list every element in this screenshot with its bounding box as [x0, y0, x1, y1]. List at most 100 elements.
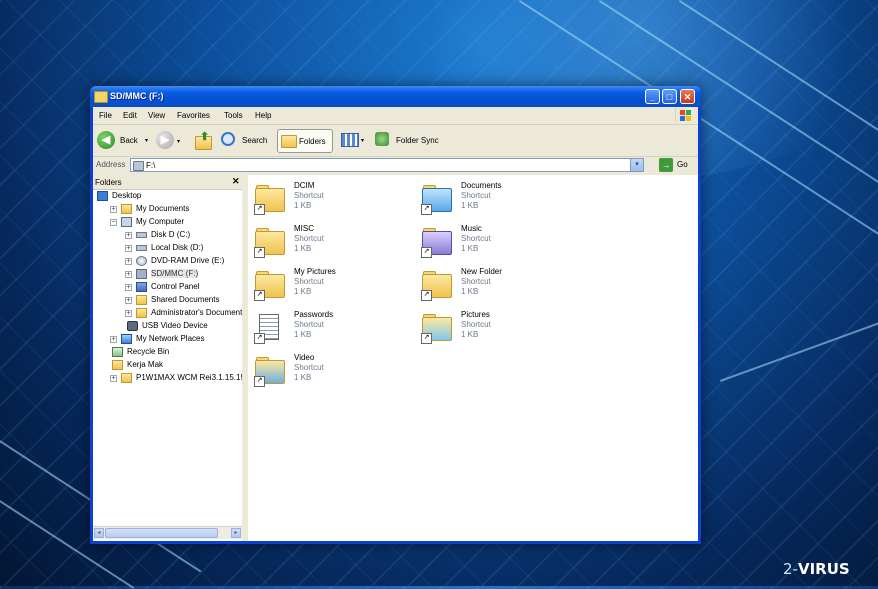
- expand-icon[interactable]: +: [125, 297, 132, 304]
- up-folder-button[interactable]: ⬆: [193, 130, 213, 150]
- expand-icon[interactable]: +: [110, 336, 117, 343]
- forward-button[interactable]: ▶: [156, 131, 174, 149]
- folder-icon: [121, 204, 132, 214]
- menu-help[interactable]: Help: [255, 111, 271, 120]
- window-client: File Edit View Favorites Tools Help ◀ Ba…: [93, 107, 698, 541]
- tree-item[interactable]: + My Documents: [93, 203, 242, 216]
- search-button[interactable]: Search: [221, 130, 271, 150]
- tree-item[interactable]: + Control Panel: [93, 281, 242, 294]
- go-arrow-icon[interactable]: →: [659, 158, 673, 172]
- tree-item-label: SD/MMC (F:): [151, 269, 199, 278]
- scroll-left-button[interactable]: ◂: [94, 528, 104, 538]
- maximize-button[interactable]: □: [662, 89, 677, 104]
- folder-icon: [121, 373, 132, 383]
- expand-icon[interactable]: +: [110, 206, 117, 213]
- tree-item-label: Shared Documents: [151, 295, 220, 304]
- tree-item[interactable]: + Local Disk (D:): [93, 242, 242, 255]
- folder-sync-button[interactable]: Folder Sync: [375, 130, 443, 150]
- file-size: 1 KB: [294, 330, 312, 339]
- horizontal-scrollbar[interactable]: ◂ ▸: [93, 526, 242, 539]
- menu-edit[interactable]: Edit: [123, 111, 137, 120]
- tree-item-label: My Network Places: [136, 334, 205, 343]
- expand-icon[interactable]: +: [125, 310, 132, 317]
- shortcut-arrow-icon: ↗: [421, 290, 432, 301]
- close-button[interactable]: ✕: [680, 89, 695, 104]
- tree-item[interactable]: Desktop: [93, 190, 242, 203]
- file-item[interactable]: ↗ Documents Shortcut 1 KB: [421, 181, 581, 221]
- tree-item-label: USB Video Device: [142, 321, 208, 330]
- tree-item[interactable]: − My Computer: [93, 216, 242, 229]
- file-item[interactable]: ↗ New Folder Shortcut 1 KB: [421, 267, 581, 307]
- music-shortcut-icon: ↗: [421, 226, 452, 258]
- windows-logo-icon: [675, 108, 694, 122]
- file-name: New Folder: [461, 267, 502, 276]
- address-dropdown-icon[interactable]: ▾: [630, 159, 643, 171]
- folder-icon: [136, 295, 147, 305]
- close-icon[interactable]: ✕: [232, 176, 240, 187]
- tree-item[interactable]: + My Network Places: [93, 333, 242, 346]
- file-type: Shortcut: [294, 320, 324, 329]
- address-input[interactable]: F:\ ▾: [130, 158, 644, 172]
- expand-icon[interactable]: +: [125, 232, 132, 239]
- tree-item[interactable]: Kerja Mak: [93, 359, 242, 372]
- file-size: 1 KB: [294, 287, 312, 296]
- views-button[interactable]: ▾: [341, 131, 369, 151]
- collapse-icon[interactable]: −: [110, 219, 117, 226]
- drive-icon: [136, 245, 147, 251]
- menu-file[interactable]: File: [99, 111, 112, 120]
- expand-icon[interactable]: +: [125, 271, 132, 278]
- menu-favorites[interactable]: Favorites: [177, 111, 210, 120]
- back-button[interactable]: ◀ Back ▾: [97, 130, 153, 150]
- video-shortcut-icon: ↗: [254, 355, 285, 387]
- folder-icon: [136, 308, 147, 318]
- file-size: 1 KB: [461, 201, 479, 210]
- tree-item[interactable]: + SD/MMC (F:): [93, 268, 242, 281]
- menu-tools[interactable]: Tools: [224, 111, 243, 120]
- shortcut-arrow-icon: ↗: [254, 204, 265, 215]
- file-size: 1 KB: [461, 287, 479, 296]
- file-item[interactable]: ↗ Pictures Shortcut 1 KB: [421, 310, 581, 350]
- scroll-thumb[interactable]: [105, 528, 218, 538]
- expand-icon[interactable]: +: [125, 284, 132, 291]
- tree-item[interactable]: + DVD-RAM Drive (E:): [93, 255, 242, 268]
- drive-folder-icon: [94, 91, 108, 103]
- file-item[interactable]: ↗ Video Shortcut 1 KB: [254, 353, 414, 393]
- menu-view[interactable]: View: [148, 111, 165, 120]
- forward-dropdown-icon[interactable]: ▾: [177, 138, 180, 145]
- back-dropdown-icon[interactable]: ▾: [145, 137, 148, 144]
- minimize-button[interactable]: _: [645, 89, 660, 104]
- scroll-right-button[interactable]: ▸: [231, 528, 241, 538]
- folders-button[interactable]: Folders: [277, 129, 333, 153]
- folders-pane-header: Folders ✕: [93, 175, 242, 190]
- tree-item[interactable]: + Disk D (C:): [93, 229, 242, 242]
- pictures-shortcut-icon: ↗: [421, 312, 452, 344]
- drive-icon: [133, 161, 144, 171]
- views-dropdown-icon[interactable]: ▾: [361, 137, 364, 144]
- file-list: ↗ DCIM Shortcut 1 KB ↗ Documents Shortcut 1 KB ↗…: [248, 175, 698, 541]
- file-item[interactable]: ↗ MISC Shortcut 1 KB: [254, 224, 414, 264]
- file-item[interactable]: ↗ Music Shortcut 1 KB: [421, 224, 581, 264]
- menu-bar: File Edit View Favorites Tools Help: [93, 107, 698, 125]
- up-arrow-icon: ⬆: [200, 131, 210, 143]
- tree-item[interactable]: + Shared Documents: [93, 294, 242, 307]
- tree-item[interactable]: Recycle Bin: [93, 346, 242, 359]
- file-size: 1 KB: [294, 244, 312, 253]
- go-button[interactable]: Go: [677, 160, 688, 169]
- tree-item[interactable]: + Administrator's Documents: [93, 307, 242, 320]
- expand-icon[interactable]: +: [125, 245, 132, 252]
- shortcut-arrow-icon: ↗: [421, 247, 432, 258]
- file-item[interactable]: ↗ My Pictures Shortcut 1 KB: [254, 267, 414, 307]
- folder-shortcut-icon: ↗: [254, 226, 285, 258]
- file-type: Shortcut: [461, 277, 491, 286]
- file-name: DCIM: [294, 181, 315, 190]
- file-name: Passwords: [294, 310, 334, 319]
- file-item[interactable]: ↗ DCIM Shortcut 1 KB: [254, 181, 414, 221]
- expand-icon[interactable]: +: [125, 258, 132, 265]
- tree-item[interactable]: USB Video Device: [93, 320, 242, 333]
- expand-icon[interactable]: +: [110, 375, 117, 382]
- file-name: Video: [294, 353, 315, 362]
- title-bar[interactable]: SD/MMC (F:) _ □ ✕: [90, 86, 701, 107]
- tree-item[interactable]: + P1W1MAX WCM Rei3.1.15.15 W...: [93, 372, 242, 385]
- address-label: Address: [96, 160, 126, 169]
- file-item[interactable]: ↗ Passwords Shortcut 1 KB: [254, 310, 414, 350]
